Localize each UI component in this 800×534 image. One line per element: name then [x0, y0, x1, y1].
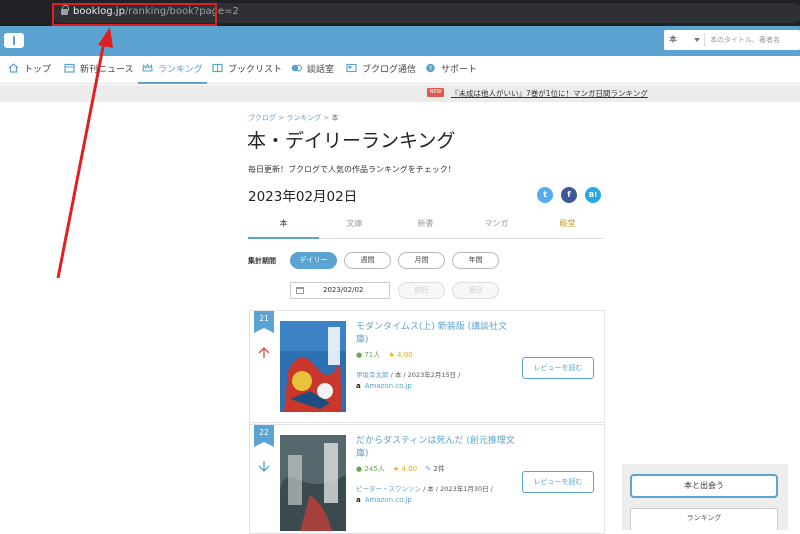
annotation-arrow-icon: [56, 27, 113, 279]
